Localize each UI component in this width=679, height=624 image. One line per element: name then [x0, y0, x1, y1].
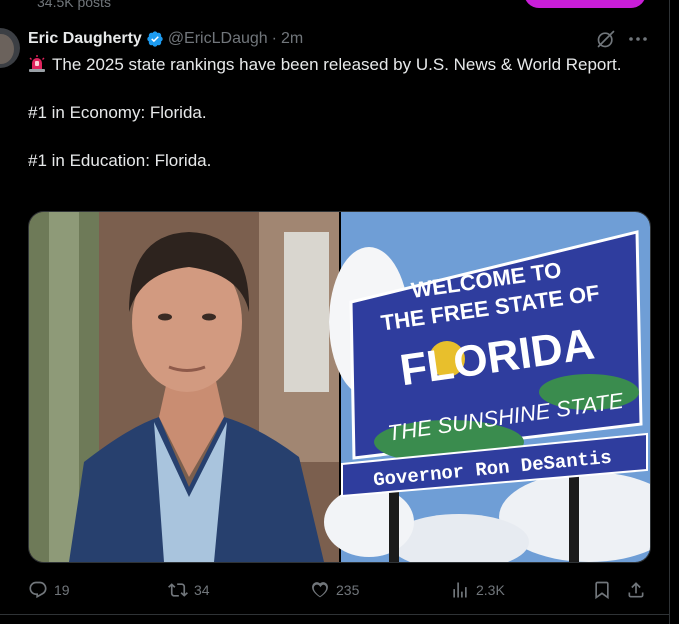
repost-count: 34	[194, 582, 210, 598]
views-button[interactable]: 2.3K	[450, 575, 505, 605]
siren-emoji-icon	[29, 55, 45, 72]
views-count: 2.3K	[476, 582, 505, 598]
reply-count: 19	[54, 582, 70, 598]
tweet-line-1: The 2025 state rankings have been releas…	[28, 53, 628, 77]
like-count: 235	[336, 582, 360, 598]
timestamp[interactable]: 2m	[281, 30, 303, 48]
avatar[interactable]	[0, 28, 20, 68]
like-button[interactable]: 235	[310, 575, 359, 605]
tweet-media[interactable]: WELCOME TO THE FREE STATE OF FLORIDA THE…	[28, 211, 651, 563]
reply-button[interactable]: 19	[28, 575, 70, 605]
posts-count: 34.5K posts	[37, 0, 111, 10]
views-icon	[453, 582, 467, 598]
grok-icon[interactable]	[596, 29, 616, 49]
share-icon	[628, 582, 644, 598]
photo-right[interactable]: WELCOME TO THE FREE STATE OF FLORIDA THE…	[324, 212, 650, 562]
bookmark-icon	[595, 581, 609, 600]
column-divider	[669, 0, 670, 624]
tweet-divider	[0, 614, 670, 615]
tweet-text: The 2025 state rankings have been releas…	[28, 53, 628, 173]
tweet-text-line-2: #1 in Economy: Florida.	[28, 103, 207, 122]
reply-icon	[29, 581, 47, 599]
author-handle[interactable]: @EricLDaugh	[168, 30, 268, 48]
tweet-actions: 19 34 235 2.3K	[28, 575, 652, 605]
verified-badge-icon	[147, 31, 163, 47]
tweet-text-line-3: #1 in Education: Florida.	[28, 151, 212, 170]
tweet-text-line-1: The 2025 state rankings have been releas…	[52, 55, 622, 74]
separator-dot: ·	[271, 30, 277, 47]
repost-icon	[168, 583, 188, 597]
bookmark-button[interactable]	[592, 575, 612, 605]
more-icon[interactable]	[628, 31, 648, 47]
photo-left[interactable]	[29, 212, 339, 562]
share-button[interactable]	[626, 575, 646, 605]
tweet-header: Eric Daugherty @EricLDaugh · 2m	[28, 28, 303, 50]
follow-button[interactable]	[524, 0, 646, 8]
author-name[interactable]: Eric Daugherty	[28, 30, 142, 48]
repost-button[interactable]: 34	[168, 575, 210, 605]
like-icon	[312, 582, 328, 598]
